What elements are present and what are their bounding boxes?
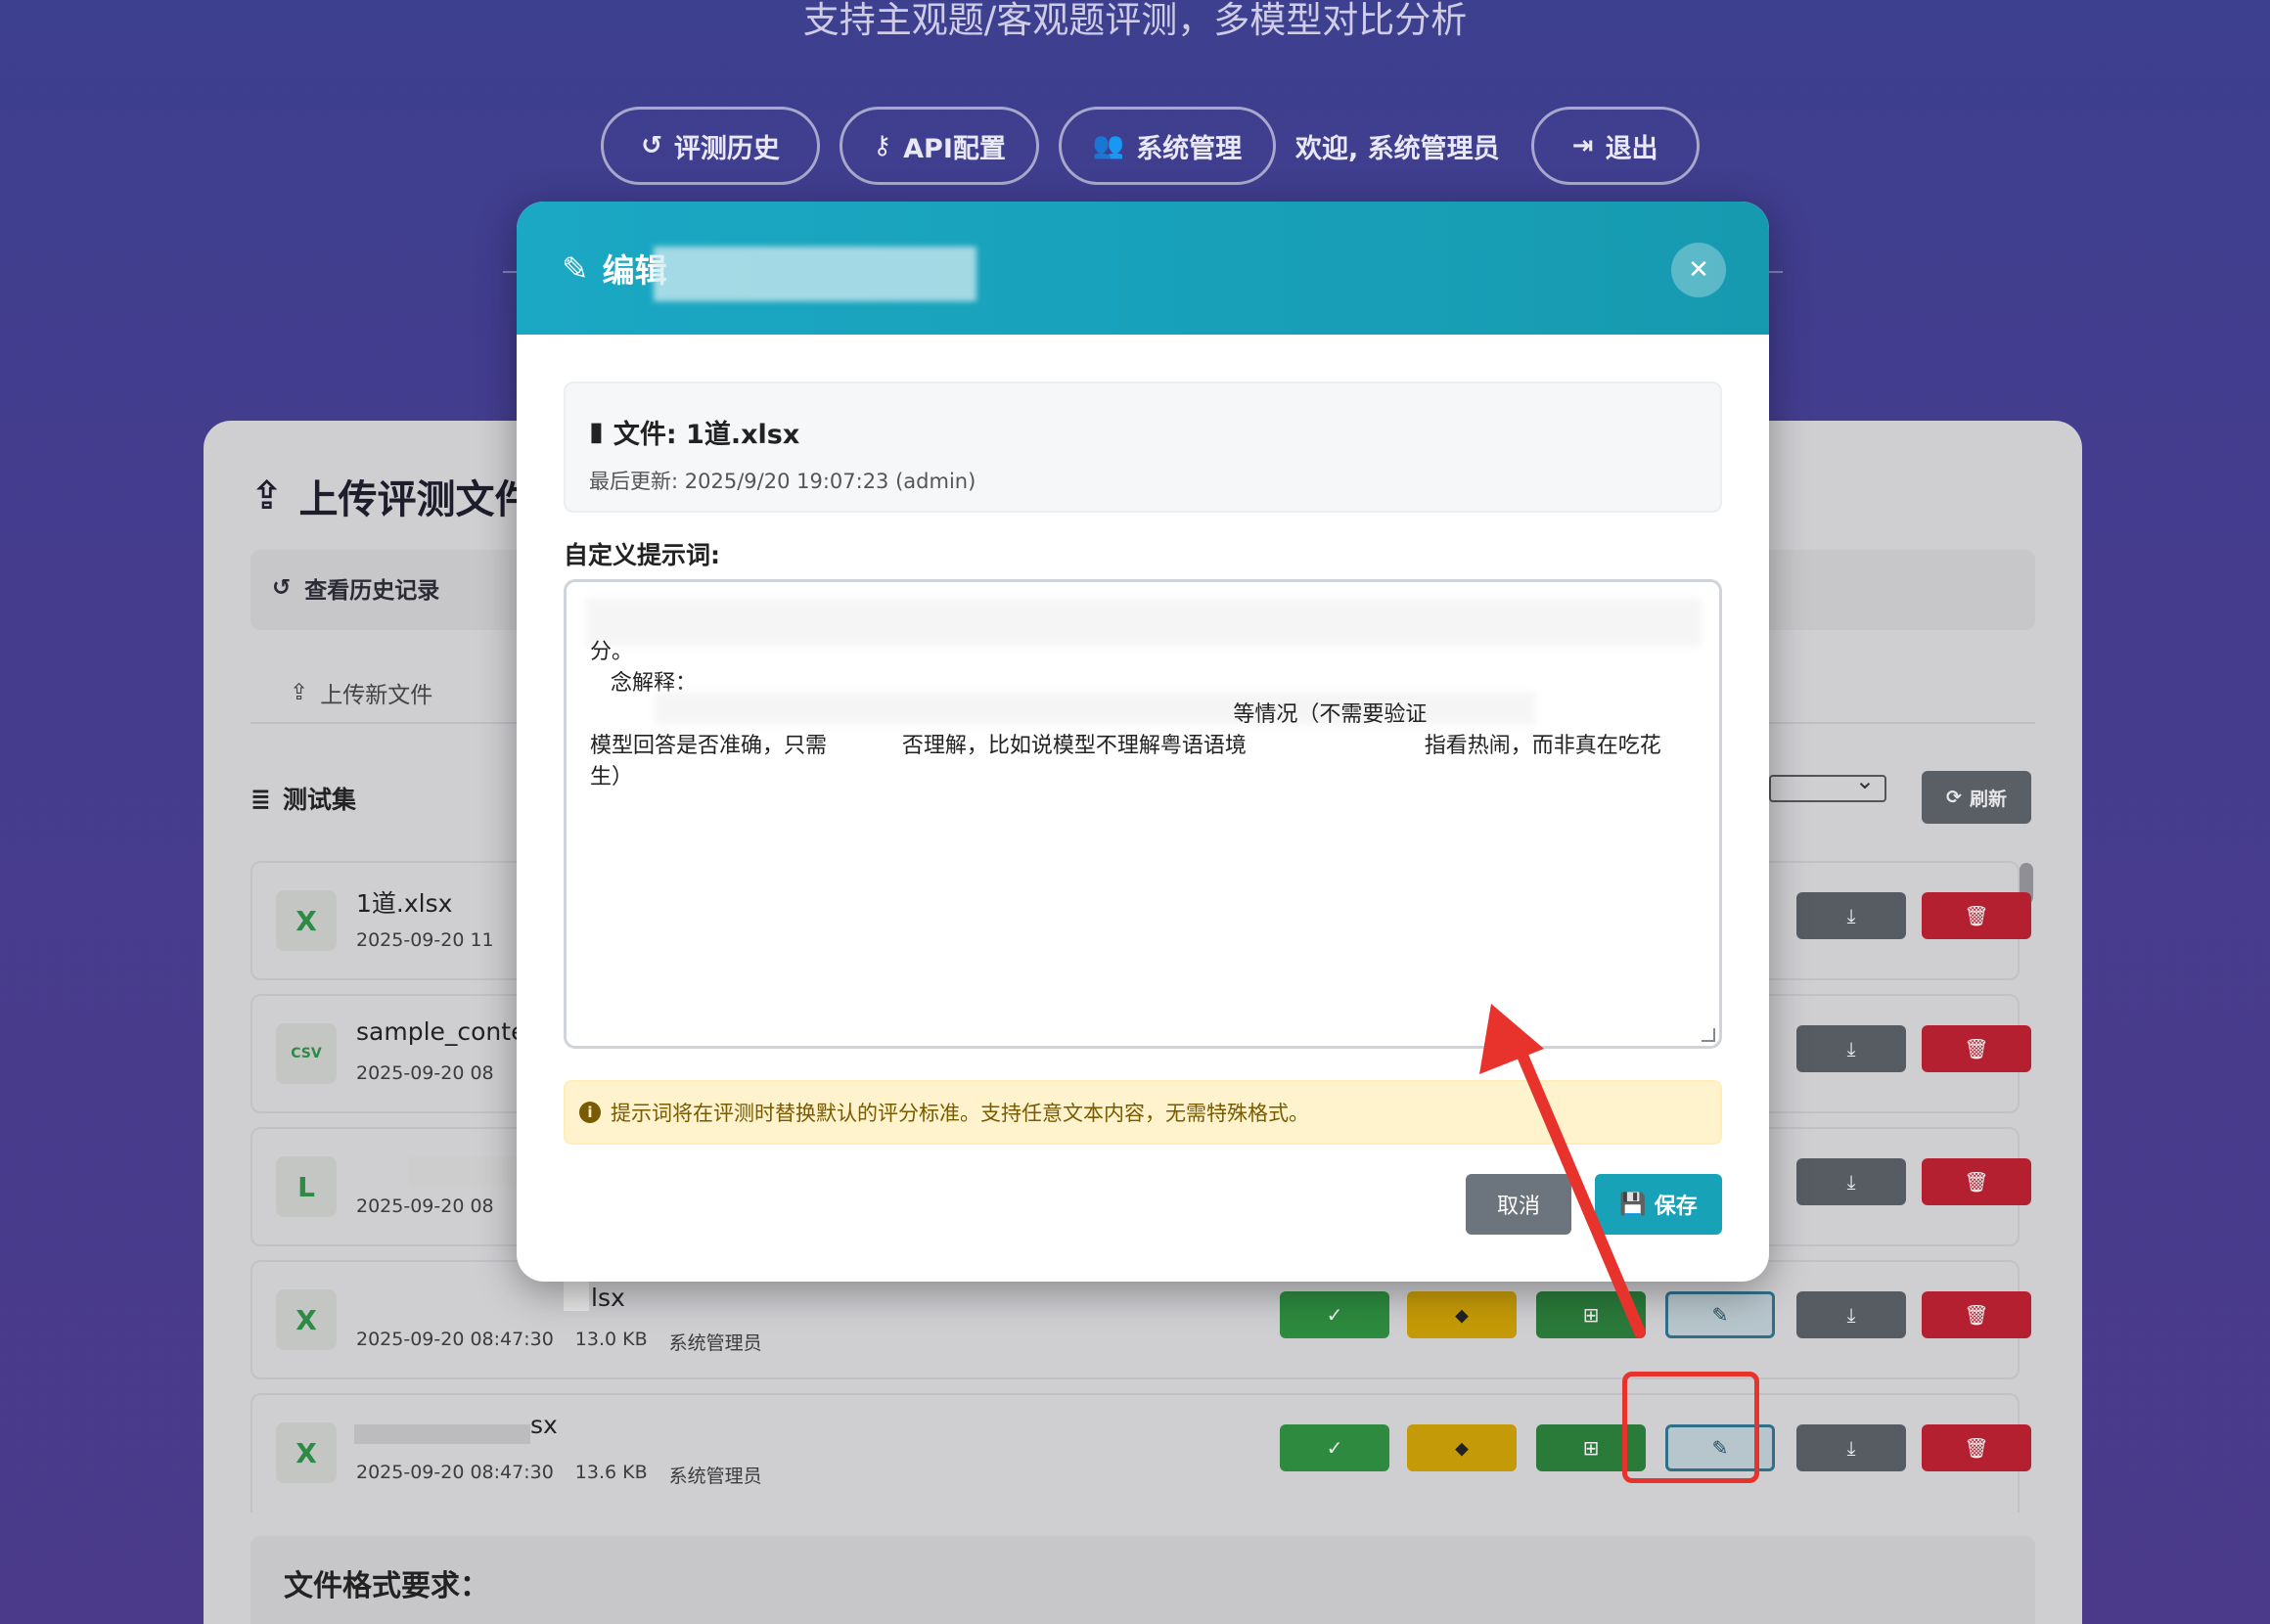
- annotation-arrow: [1479, 1004, 1646, 1338]
